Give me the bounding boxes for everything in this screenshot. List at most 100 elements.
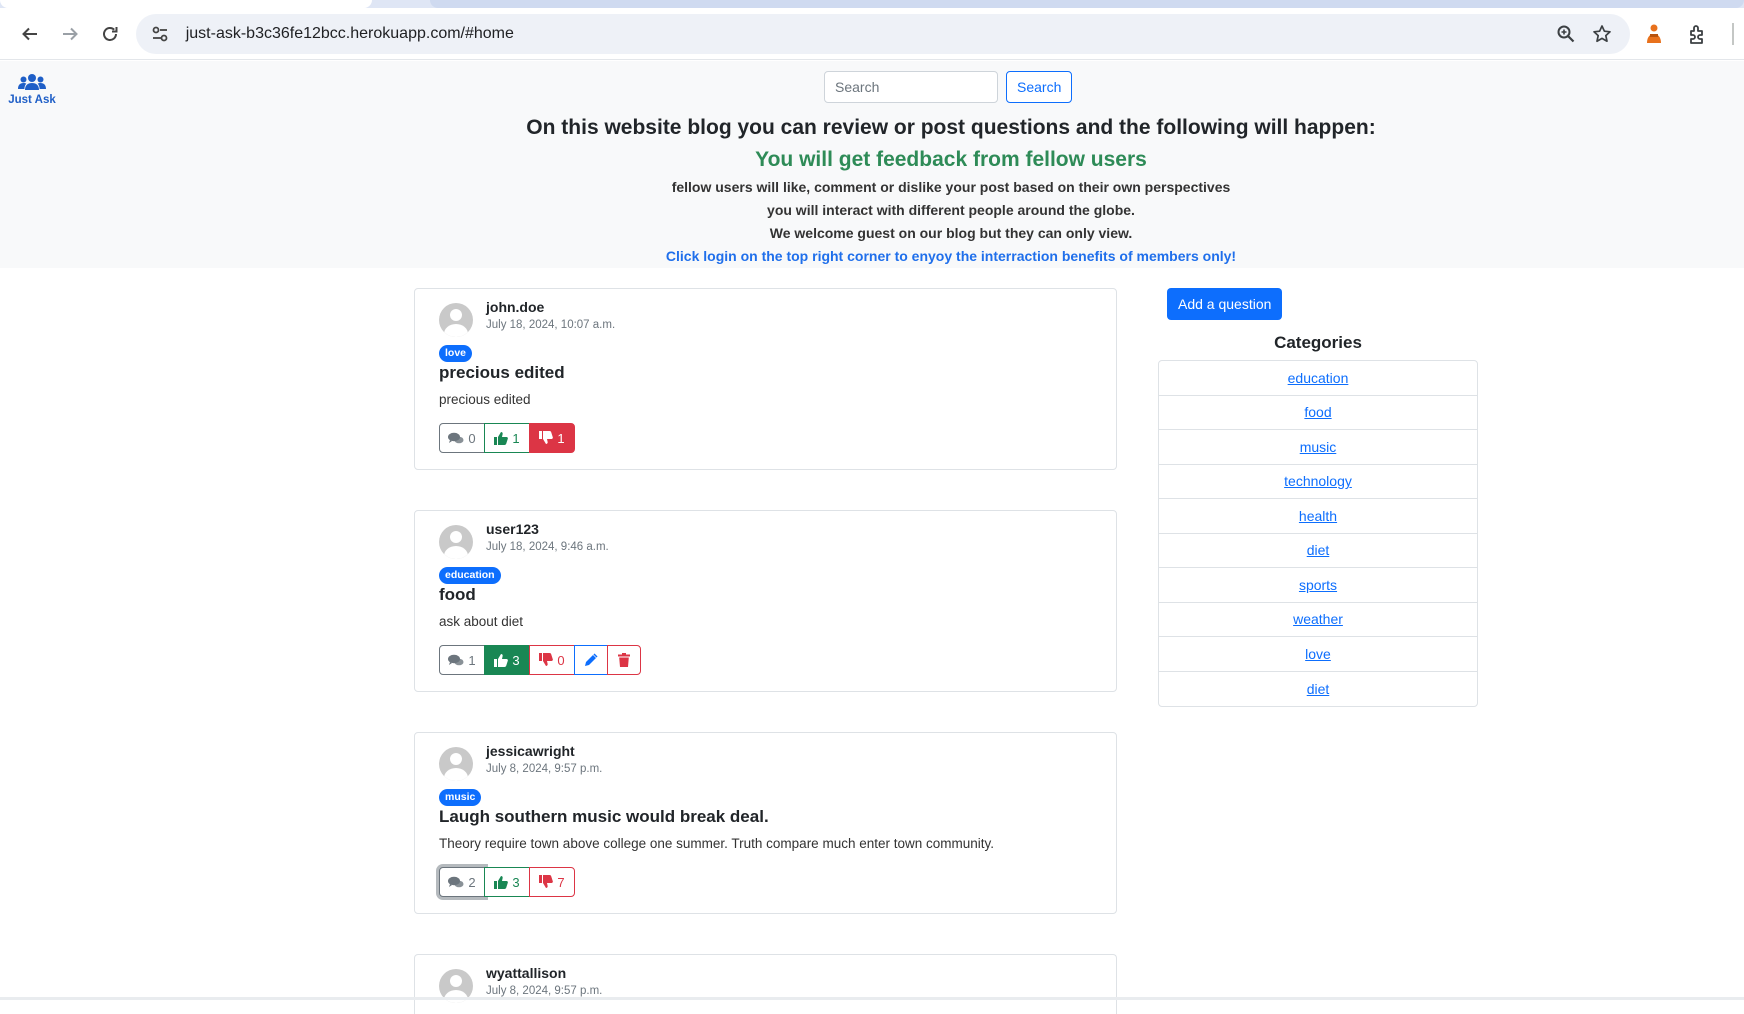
hero-line: you will interact with different people … (767, 202, 1135, 218)
list-item: love (1159, 637, 1477, 672)
post-card: user123 July 18, 2024, 9:46 a.m. educati… (414, 510, 1117, 692)
list-item: health (1159, 499, 1477, 534)
post-card: wyattallison July 8, 2024, 9:57 p.m. (414, 954, 1117, 1014)
post-date: July 8, 2024, 9:57 p.m. (486, 985, 603, 997)
list-item: education (1159, 361, 1477, 396)
thumbs-up-icon (494, 654, 509, 667)
list-item: diet (1159, 534, 1477, 568)
thumbs-up-icon (494, 432, 509, 445)
brand-label: Just Ask (8, 94, 56, 106)
hero-subtitle: You will get feedback from fellow users (755, 148, 1147, 171)
thumbs-down-icon (539, 875, 554, 888)
like-count: 3 (512, 874, 520, 890)
avatar (439, 525, 473, 559)
post-date: July 18, 2024, 10:07 a.m. (486, 319, 616, 331)
dislike-button[interactable]: 7 (529, 867, 575, 897)
post-actions: 0 1 1 (439, 423, 575, 453)
category-badge[interactable]: love (439, 345, 473, 362)
bookmark-star-icon[interactable] (1584, 16, 1620, 52)
hero-section: Just Ask Search On this website blog you… (0, 61, 1744, 268)
tab-strip (0, 0, 1744, 8)
pencil-icon (585, 653, 598, 666)
browser-tab-left[interactable] (0, 0, 372, 8)
categories-list: education food music technology health d… (1158, 360, 1478, 707)
search-input[interactable] (824, 71, 998, 103)
post-author[interactable]: user123 (486, 521, 539, 537)
list-item: music (1159, 430, 1477, 465)
hero-line: We welcome guest on our blog but they ca… (769, 225, 1133, 241)
post-author[interactable]: jessicawright (486, 743, 575, 759)
users-group-icon (18, 74, 46, 90)
post-title[interactable]: food (439, 585, 476, 605)
post-date: July 8, 2024, 9:57 p.m. (486, 763, 603, 775)
categories-heading: Categories (1274, 333, 1362, 352)
hero-login-hint: Click login on the top right corner to e… (665, 248, 1237, 264)
category-badge[interactable]: education (439, 567, 501, 584)
hero-line: fellow users will like, comment or disli… (671, 179, 1231, 195)
category-link[interactable]: love (1305, 646, 1331, 662)
reload-icon[interactable] (90, 14, 130, 54)
comment-count: 2 (468, 874, 476, 890)
post-title[interactable]: Laugh southern music would break deal. (439, 807, 769, 827)
back-icon[interactable] (10, 14, 50, 54)
category-link[interactable]: technology (1284, 473, 1352, 489)
site-settings-icon[interactable] (148, 22, 172, 46)
comment-count: 0 (468, 430, 476, 446)
category-link[interactable]: food (1304, 404, 1331, 420)
comment-count: 1 (468, 652, 476, 668)
category-link[interactable]: music (1300, 439, 1337, 455)
dislike-count: 7 (557, 874, 565, 890)
post-title[interactable]: precious edited (439, 363, 565, 383)
post-author[interactable]: wyattallison (486, 965, 566, 981)
comments-icon (448, 876, 464, 887)
like-button[interactable]: 3 (484, 867, 530, 897)
list-item: food (1159, 396, 1477, 430)
post-card: jessicawright July 8, 2024, 9:57 p.m. mu… (414, 732, 1117, 914)
brand-logo[interactable]: Just Ask (8, 73, 56, 106)
forward-icon[interactable] (50, 14, 90, 54)
category-badge[interactable]: music (439, 789, 482, 806)
avatar (439, 303, 473, 337)
address-bar[interactable]: just-ask-b3c36fe12bcc.herokuapp.com/#hom… (135, 13, 1631, 54)
category-link[interactable]: education (1288, 370, 1349, 386)
like-count: 1 (512, 430, 520, 446)
avatar (439, 747, 473, 781)
category-link[interactable]: diet (1307, 681, 1330, 697)
comment-button[interactable]: 1 (439, 645, 485, 675)
delete-button[interactable] (607, 645, 641, 675)
list-item: diet (1159, 672, 1477, 707)
category-link[interactable]: diet (1307, 542, 1330, 558)
post-actions: 2 3 7 (439, 867, 575, 897)
comment-button[interactable]: 2 (439, 867, 485, 897)
search-form: Search (824, 71, 1073, 103)
comments-icon (448, 654, 464, 665)
comment-button[interactable]: 0 (439, 423, 485, 453)
toolbar-divider (1732, 22, 1735, 45)
hero-title: On this website blog you can review or p… (526, 116, 1376, 139)
dislike-count: 0 (557, 652, 565, 668)
url-text[interactable]: just-ask-b3c36fe12bcc.herokuapp.com/#hom… (186, 25, 1548, 43)
post-body: Theory require town above college one su… (439, 836, 995, 851)
category-link[interactable]: weather (1293, 611, 1343, 627)
category-link[interactable]: sports (1299, 577, 1337, 593)
post-card: john.doe July 18, 2024, 10:07 a.m. love … (414, 288, 1117, 470)
dislike-button[interactable]: 1 (529, 423, 575, 453)
extensions-icon[interactable] (1678, 14, 1718, 54)
edit-button[interactable] (574, 645, 608, 675)
post-body: ask about diet (439, 614, 524, 629)
post-author[interactable]: john.doe (486, 299, 544, 315)
extension-puzzle-orange-icon[interactable] (1634, 14, 1674, 54)
add-question-button[interactable]: Add a question (1167, 288, 1283, 320)
browser-toolbar: just-ask-b3c36fe12bcc.herokuapp.com/#hom… (0, 8, 1744, 60)
search-button[interactable]: Search (1006, 71, 1073, 103)
category-link[interactable]: health (1299, 508, 1337, 524)
dislike-button[interactable]: 0 (529, 645, 575, 675)
zoom-icon[interactable] (1548, 16, 1584, 52)
browser-tab-active[interactable] (430, 0, 1744, 8)
hero-text: On this website blog you can review or p… (0, 113, 1744, 268)
like-button[interactable]: 1 (484, 423, 530, 453)
thumbs-up-icon (494, 876, 509, 889)
comments-icon (448, 432, 464, 443)
like-button[interactable]: 3 (484, 645, 530, 675)
post-date: July 18, 2024, 9:46 a.m. (486, 541, 609, 553)
